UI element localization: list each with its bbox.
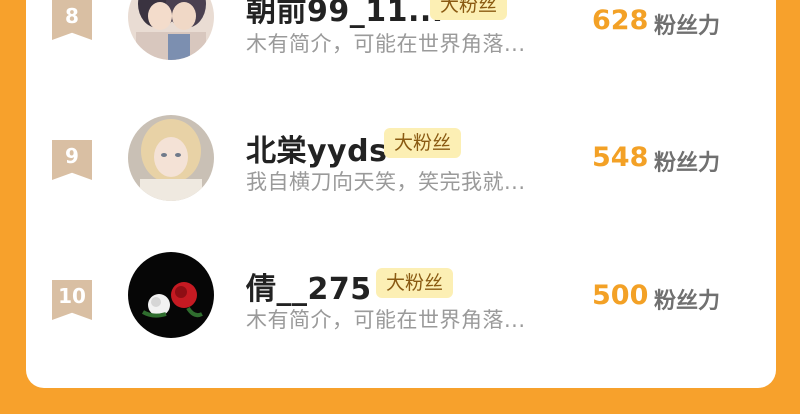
anime-couple-avatar-image — [128, 0, 214, 60]
fan-level-badge: 大粉丝 — [376, 268, 454, 298]
username[interactable]: 朝前99_11... — [246, 0, 444, 30]
list-item[interactable]: 10 倩__275 大粉丝 木有简介，可能在世界角落... 500 粉丝力 — [26, 252, 776, 352]
roses-avatar-image — [128, 252, 214, 338]
fan-power-label: 粉丝力 — [654, 14, 721, 39]
avatar[interactable] — [128, 115, 214, 201]
blonde-doll-avatar-image — [128, 115, 214, 201]
fan-power-score: 628 — [592, 5, 649, 36]
fan-power-score: 548 — [592, 142, 649, 173]
bio-text: 木有简介，可能在世界角落... — [246, 308, 526, 332]
fan-ranking-card: 8 朝前99_11... 大粉丝 木有简介，可能在世界角落... 628 粉丝力… — [26, 0, 776, 388]
avatar[interactable] — [128, 0, 214, 60]
list-item[interactable]: 9 北棠yyds 大粉丝 我自横刀向天笑，笑完我就... 548 粉丝力 — [26, 112, 776, 212]
fan-power-label: 粉丝力 — [654, 151, 721, 176]
fan-level-badge: 大粉丝 — [430, 0, 508, 20]
list-item[interactable]: 8 朝前99_11... 大粉丝 木有简介，可能在世界角落... 628 粉丝力 — [26, 0, 776, 70]
avatar[interactable] — [128, 252, 214, 338]
username[interactable]: 倩__275 — [246, 264, 372, 308]
fan-level-badge: 大粉丝 — [384, 128, 462, 158]
bio-text: 木有简介，可能在世界角落... — [246, 32, 526, 56]
rank-badge: 8 — [52, 0, 92, 40]
rank-badge: 10 — [52, 280, 92, 320]
bio-text: 我自横刀向天笑，笑完我就... — [246, 170, 526, 194]
fan-power-label: 粉丝力 — [654, 289, 721, 314]
rank-badge: 9 — [52, 140, 92, 180]
username[interactable]: 北棠yyds — [246, 126, 387, 170]
fan-power-score: 500 — [592, 280, 649, 311]
